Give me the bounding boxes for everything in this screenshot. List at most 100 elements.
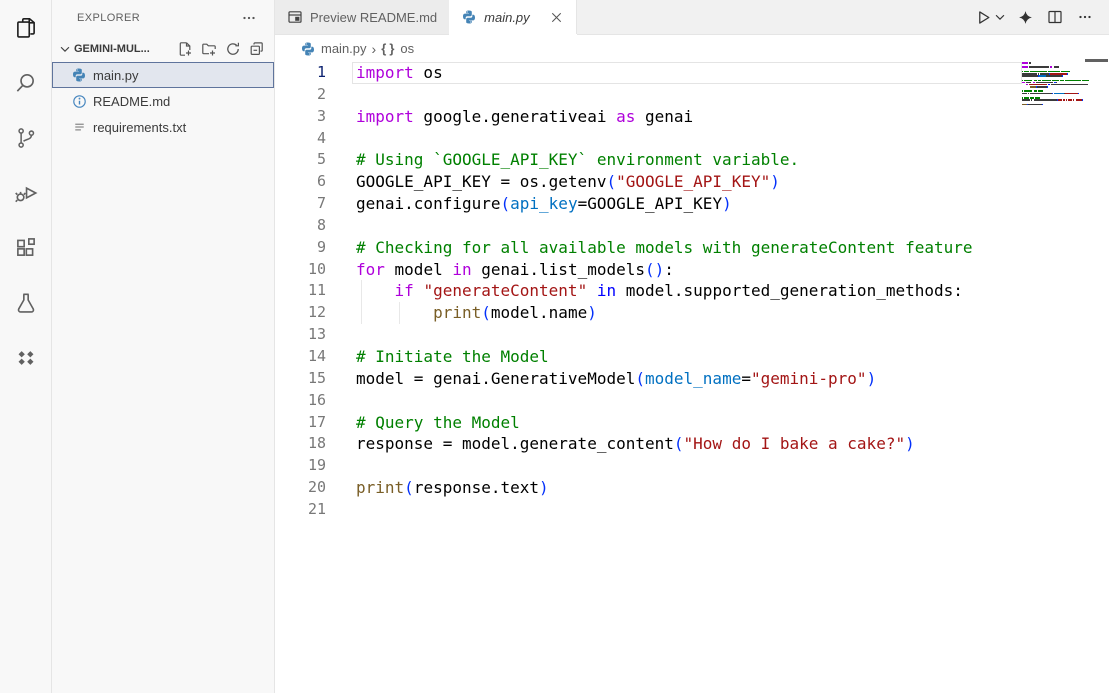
activity-bar — [0, 0, 52, 693]
code-editor[interactable]: 1 import os 23 import google.generativeai a… — [275, 62, 1109, 693]
code-line[interactable]: 21 — [275, 499, 1109, 521]
code-line[interactable]: 20 print(response.text) — [275, 477, 1109, 499]
code-line[interactable]: 7genai.configure(api_key=GOOGLE_API_KEY) — [275, 193, 1109, 215]
line-number[interactable]: 12 — [275, 302, 326, 324]
code-text: # Checking for all available models with… — [356, 237, 973, 259]
tab-preview-readme-md[interactable]: Preview README.md — [275, 0, 449, 34]
tab-main-py[interactable]: main.py — [449, 0, 577, 34]
gemini-sparkle-button[interactable] — [1013, 5, 1037, 29]
tabs: Preview README.md main.py — [275, 0, 577, 34]
refresh-button[interactable] — [222, 38, 244, 60]
code-lines: 1 import os 23 import google.generativeai a… — [275, 62, 1109, 521]
file-label: main.py — [93, 68, 139, 83]
line-number[interactable]: 11 — [275, 280, 326, 302]
run-button[interactable] — [971, 5, 995, 29]
line-number[interactable]: 17 — [275, 412, 326, 434]
line-number[interactable]: 16 — [275, 390, 326, 412]
code-line[interactable]: 17 # Query the Model — [275, 412, 1109, 434]
chevron-down-icon — [58, 41, 74, 57]
code-text: # Using `GOOGLE_API_KEY` environment var… — [356, 149, 799, 171]
line-number[interactable]: 7 — [275, 193, 326, 215]
line-number[interactable]: 14 — [275, 346, 326, 368]
code-line[interactable]: 4 — [275, 128, 1109, 150]
explorer-more-actions-button[interactable] — [238, 7, 260, 29]
line-number[interactable]: 19 — [275, 455, 326, 477]
code-line[interactable]: 3 import google.generativeai as genai — [275, 106, 1109, 128]
code-line[interactable]: 11 if "generateContent" in model.support… — [275, 280, 1109, 302]
code-line[interactable]: 14 # Initiate the Model — [275, 346, 1109, 368]
new-folder-icon — [201, 41, 217, 57]
code-line[interactable]: 13 — [275, 324, 1109, 346]
line-number[interactable]: 15 — [275, 368, 326, 390]
code-line[interactable]: 15 model = genai.GenerativeModel(model_na… — [275, 368, 1109, 390]
activity-bar-item-search[interactable] — [0, 55, 52, 110]
file-item-requirements.txt[interactable]: requirements.txt — [52, 114, 274, 140]
code-text: print(response.text) — [356, 477, 549, 499]
code-text: import google.generativeai as genai — [356, 106, 693, 128]
code-line[interactable]: 6GOOGLE_API_KEY = os.getenv("GOOGLE_API_… — [275, 171, 1109, 193]
minimap[interactable] — [1022, 62, 1096, 108]
code-text: print(model.name) — [356, 302, 597, 324]
new-folder-button[interactable] — [198, 38, 220, 60]
chevron-down-icon — [993, 10, 1007, 24]
file-item-main.py[interactable]: main.py — [52, 62, 274, 88]
line-number[interactable]: 10 — [275, 259, 326, 281]
extensions-icon — [13, 235, 39, 261]
activity-bar-item-gemini-extension[interactable] — [0, 330, 52, 385]
new-file-icon — [177, 41, 193, 57]
breadcrumb-item-os[interactable]: { }os — [381, 41, 414, 56]
line-number[interactable]: 5 — [275, 149, 326, 171]
split-editor-icon — [1047, 9, 1063, 25]
line-number[interactable]: 1 — [275, 62, 326, 84]
python-icon — [461, 9, 477, 25]
line-number[interactable]: 8 — [275, 215, 326, 237]
code-line[interactable]: 19 — [275, 455, 1109, 477]
debug-icon — [13, 180, 39, 206]
code-line[interactable]: 16 — [275, 390, 1109, 412]
code-line[interactable]: 18response = model.generate_content("How… — [275, 433, 1109, 455]
code-text: model = genai.GenerativeModel(model_name… — [356, 368, 876, 390]
activity-bar-item-explorer[interactable] — [0, 0, 52, 55]
explorer-section-header[interactable]: GEMINI-MUL... — [52, 35, 274, 62]
line-number[interactable]: 20 — [275, 477, 326, 499]
breadcrumb-item-main.py[interactable]: main.py — [300, 41, 367, 57]
tab-label: Preview README.md — [310, 10, 437, 25]
code-line[interactable]: 1 import os — [275, 62, 1109, 84]
breadcrumb-label: main.py — [321, 41, 367, 56]
run-dropdown-button[interactable] — [993, 5, 1007, 29]
close-icon[interactable] — [549, 10, 564, 25]
new-file-button[interactable] — [174, 38, 196, 60]
activity-bar-item-source-control[interactable] — [0, 110, 52, 165]
run-icon — [975, 9, 992, 26]
activity-bar-item-testing[interactable] — [0, 275, 52, 330]
activity-bar-item-run-and-debug[interactable] — [0, 165, 52, 220]
code-text: import os — [356, 62, 443, 84]
file-item-README.md[interactable]: README.md — [52, 88, 274, 114]
overview-ruler-cursor-mark — [1085, 59, 1108, 62]
code-line[interactable]: 12 print(model.name) — [275, 302, 1109, 324]
code-text: # Query the Model — [356, 412, 520, 434]
line-number[interactable]: 21 — [275, 499, 326, 521]
current-line-highlight — [352, 62, 1022, 84]
line-number[interactable]: 6 — [275, 171, 326, 193]
split-editor-button[interactable] — [1043, 5, 1067, 29]
file-list: main.py README.mdrequirements.txt — [52, 62, 274, 140]
line-number[interactable]: 18 — [275, 433, 326, 455]
line-number[interactable]: 2 — [275, 84, 326, 106]
more-actions-button[interactable] — [1073, 5, 1097, 29]
line-number[interactable]: 9 — [275, 237, 326, 259]
collapse-all-button[interactable] — [246, 38, 268, 60]
code-line[interactable]: 9 # Checking for all available models wit… — [275, 237, 1109, 259]
sparkle-icon — [1017, 9, 1034, 26]
code-line[interactable]: 8 — [275, 215, 1109, 237]
code-text: if "generateContent" in model.supported_… — [356, 280, 963, 302]
line-number[interactable]: 13 — [275, 324, 326, 346]
code-text: # Initiate the Model — [356, 346, 549, 368]
code-line[interactable]: 10for model in genai.list_models(): — [275, 259, 1109, 281]
code-line[interactable]: 2 — [275, 84, 1109, 106]
line-number[interactable]: 4 — [275, 128, 326, 150]
editor-actions — [971, 0, 1109, 34]
line-number[interactable]: 3 — [275, 106, 326, 128]
code-line[interactable]: 5 # Using `GOOGLE_API_KEY` environment va… — [275, 149, 1109, 171]
activity-bar-item-extensions[interactable] — [0, 220, 52, 275]
